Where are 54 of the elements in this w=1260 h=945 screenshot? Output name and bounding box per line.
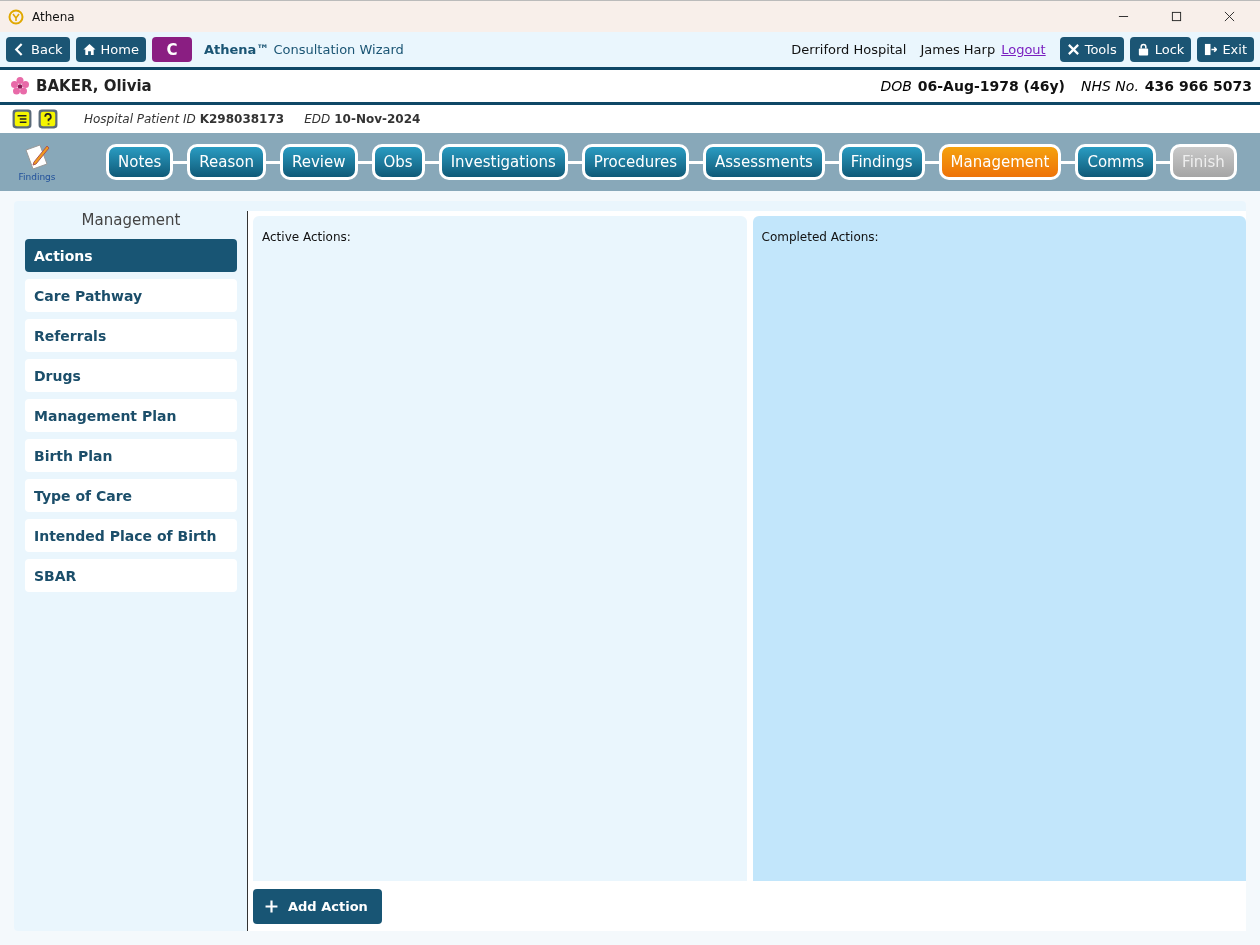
- sidebar-item[interactable]: Referrals: [25, 319, 237, 352]
- help-icon[interactable]: [38, 109, 58, 129]
- nhs-value: 436 966 5073: [1144, 78, 1252, 94]
- flower-icon: [10, 76, 30, 96]
- back-button[interactable]: Back: [6, 37, 70, 62]
- lock-icon: [1136, 43, 1150, 56]
- patient-id-label: Hospital Patient ID: [84, 112, 196, 126]
- sidebar-item[interactable]: Birth Plan: [25, 439, 237, 472]
- patient-name: BAKER, Olivia: [36, 77, 152, 95]
- tools-button[interactable]: Tools: [1059, 37, 1124, 62]
- sidebar-title: Management: [80, 211, 182, 229]
- wizard-step-tab[interactable]: Comms: [1075, 144, 1157, 180]
- hospital-name: Derriford Hospital: [791, 42, 907, 57]
- plus-icon: [265, 899, 278, 913]
- home-button[interactable]: Home: [75, 37, 146, 62]
- sidebar-item[interactable]: Management Plan: [25, 399, 237, 432]
- sidebar-item[interactable]: SBAR: [25, 559, 237, 592]
- logout-link[interactable]: Logout: [1001, 42, 1046, 57]
- wizard-step-tab[interactable]: Review: [280, 144, 358, 180]
- notepad-pencil-icon: [22, 142, 52, 172]
- close-icon[interactable]: [1224, 11, 1235, 22]
- app-logo-icon: [8, 8, 24, 25]
- wizard-step-tab[interactable]: Obs: [371, 144, 425, 180]
- edd-label: EDD: [304, 112, 331, 126]
- dob-label: DOB: [880, 78, 912, 94]
- wizard-step-tab[interactable]: Reason: [187, 144, 266, 180]
- edd-value: 10-Nov-2024: [334, 112, 421, 126]
- dob-value: 06-Aug-1978 (46y): [917, 78, 1065, 94]
- window-title: Athena: [32, 9, 75, 24]
- sidebar-item[interactable]: Care Pathway: [25, 279, 237, 312]
- maximize-icon[interactable]: [1171, 11, 1182, 22]
- sidebar-item[interactable]: Drugs: [25, 359, 237, 392]
- wizard-step-tab[interactable]: Procedures: [581, 144, 690, 180]
- sidebar-item[interactable]: Intended Place of Birth: [25, 519, 237, 552]
- nhs-label: NHS No.: [1081, 78, 1139, 94]
- patient-id-value: K298038173: [199, 112, 285, 126]
- user-name: James Harp: [920, 42, 996, 57]
- exit-icon: [1204, 43, 1218, 56]
- lock-button[interactable]: Lock: [1129, 37, 1192, 62]
- wizard-step-tab[interactable]: Findings: [838, 144, 925, 180]
- step-icon-caption: Findings: [18, 172, 56, 182]
- panel-heading: Completed Actions:: [761, 230, 879, 244]
- add-action-button[interactable]: Add Action: [253, 888, 382, 924]
- panel-heading: Active Actions:: [262, 230, 351, 244]
- app-brand-title: Athena™ Consultation Wizard: [203, 42, 404, 57]
- wizard-step-tab[interactable]: Investigations: [438, 144, 568, 180]
- sidebar-item[interactable]: Actions: [25, 239, 237, 272]
- wizard-step-tab[interactable]: Assessments: [703, 144, 825, 180]
- consultation-badge-button[interactable]: C: [151, 37, 192, 62]
- wizard-step-tab[interactable]: Notes: [106, 144, 174, 180]
- exit-button[interactable]: Exit: [1197, 37, 1254, 62]
- checklist-icon[interactable]: [12, 109, 32, 129]
- sidebar-item[interactable]: Type of Care: [25, 479, 237, 512]
- home-icon: [82, 43, 96, 56]
